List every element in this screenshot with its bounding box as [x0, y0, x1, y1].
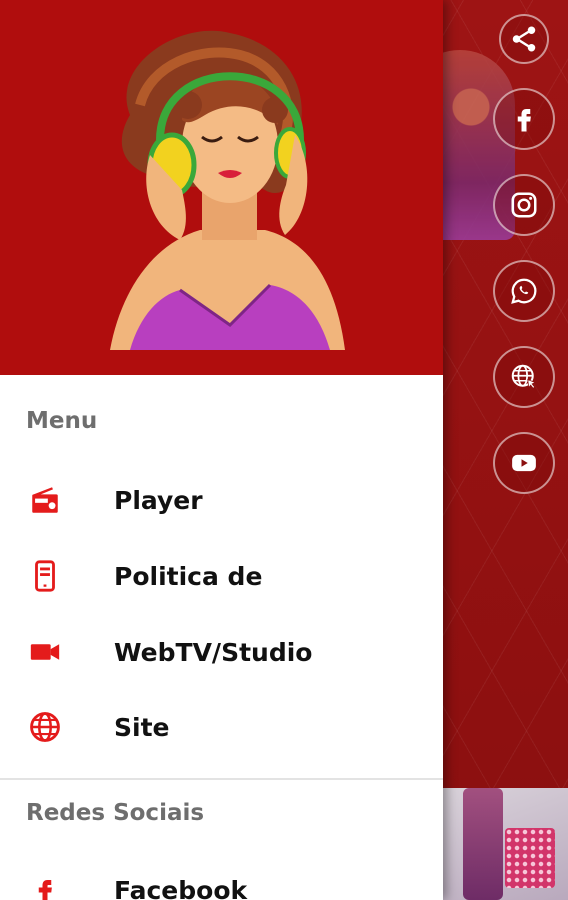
- instagram-button[interactable]: [493, 174, 555, 236]
- website-icon: [511, 364, 537, 389]
- menu-item-facebook[interactable]: Facebook: [0, 860, 443, 900]
- menu-item-label: Politica de: [114, 561, 263, 591]
- menu-item-player[interactable]: Player: [0, 470, 443, 530]
- radio-icon: [25, 480, 65, 520]
- headphones-woman-illustration: [110, 30, 345, 350]
- menu-item-politica[interactable]: Politica de: [0, 546, 443, 606]
- menu-section-title: Menu: [26, 408, 98, 434]
- website-button[interactable]: [493, 346, 555, 408]
- menu-item-site[interactable]: Site: [0, 697, 443, 757]
- share-button[interactable]: [499, 14, 549, 64]
- youtube-button[interactable]: [493, 432, 555, 494]
- share-icon: [512, 26, 536, 52]
- drawer-header: [0, 0, 443, 375]
- facebook-button[interactable]: [493, 88, 555, 150]
- section-divider: [0, 778, 443, 780]
- instagram-icon: [511, 192, 537, 218]
- globe-icon: [25, 707, 65, 747]
- side-social-buttons: [492, 14, 556, 518]
- youtube-icon: [512, 454, 536, 472]
- menu-item-label: Facebook: [114, 875, 248, 900]
- facebook-icon: [517, 109, 531, 132]
- videocam-icon: [25, 632, 65, 672]
- menu-item-label: Site: [114, 712, 170, 742]
- menu-item-label: Player: [114, 485, 203, 515]
- background-bottom-image: [443, 788, 568, 900]
- facebook-icon: [25, 870, 65, 900]
- navigation-drawer: Menu Player Politica de WebTV/Studio Sit…: [0, 0, 443, 900]
- menu-item-webtv[interactable]: WebTV/Studio: [0, 622, 443, 682]
- social-section-title: Redes Sociais: [26, 800, 205, 826]
- menu-item-label: WebTV/Studio: [114, 637, 313, 667]
- whatsapp-button[interactable]: [493, 260, 555, 322]
- whatsapp-icon: [511, 278, 537, 304]
- document-icon: [25, 556, 65, 596]
